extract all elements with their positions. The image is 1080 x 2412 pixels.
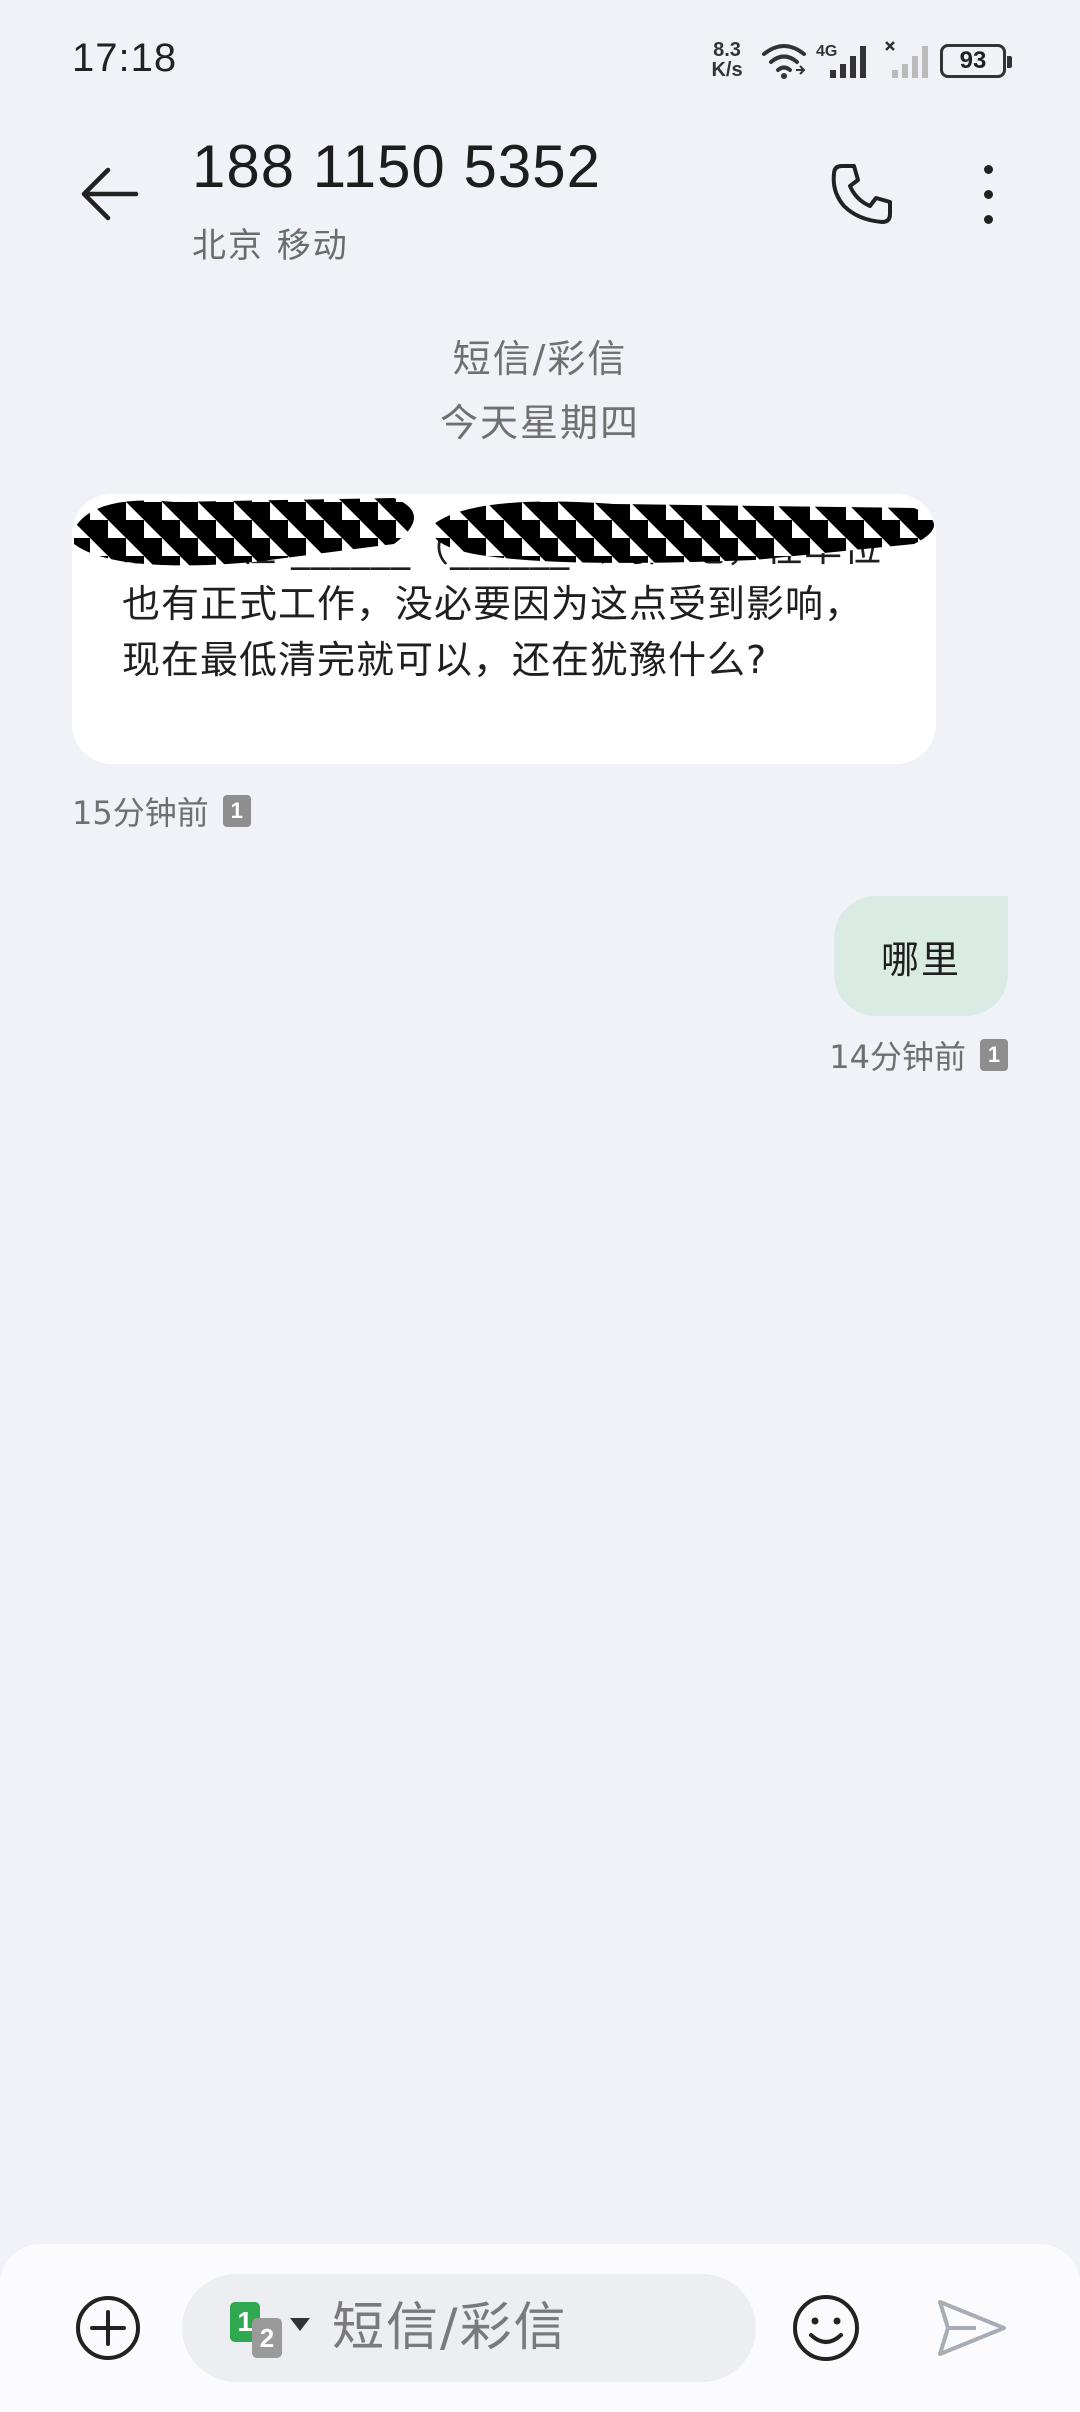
outgoing-message-bubble[interactable]: 哪里 [834, 896, 1008, 1016]
conversation-type-label: 短信/彩信 [452, 337, 628, 381]
network-speed-unit: K/s [711, 59, 743, 81]
signal-4g-icon: 4G [816, 43, 866, 78]
sim2-icon: 2 [252, 2318, 282, 2358]
call-button[interactable] [824, 156, 900, 232]
message-input[interactable] [332, 2298, 712, 2358]
emoji-button[interactable] [790, 2292, 862, 2364]
network-speed: 8.3 K/s [704, 40, 750, 80]
phone-icon [831, 164, 892, 224]
sim-badge-icon: 1 [222, 795, 251, 827]
more-vertical-icon [983, 164, 993, 174]
message-input-container: 1 2 [182, 2274, 756, 2382]
smiley-icon [793, 2295, 859, 2361]
incoming-message-text: 您好，在 ______（______公司）吧，在单位也有正式工作，没必要因为这点… [122, 526, 883, 682]
status-bar: 17:18 8.3 K/s 4G 93 [0, 0, 1080, 120]
contact-number: 188 1150 5352 [192, 133, 601, 200]
send-icon [938, 2300, 1006, 2356]
sim-badge-icon: 1 [980, 1039, 1008, 1071]
status-time: 17:18 [72, 36, 178, 80]
sim-switch-button[interactable]: 1 2 [230, 2298, 310, 2358]
send-button[interactable] [934, 2292, 1010, 2364]
outgoing-message-meta: 14分钟前 1 [829, 1032, 1008, 1078]
incoming-message-bubble[interactable]: 您好，在 ______（______公司）吧，在单位也有正式工作，没必要因为这点… [72, 494, 936, 764]
wifi-icon [762, 44, 806, 79]
incoming-message-meta: 15分钟前 1 [72, 788, 251, 834]
plus-circle-icon [76, 2296, 140, 2360]
chevron-down-icon [290, 2318, 310, 2331]
outgoing-message-text: 哪里 [880, 937, 961, 982]
outgoing-message-time: 14分钟前 [829, 1038, 966, 1076]
more-options-button[interactable] [960, 156, 1016, 232]
contact-location: 北京 移动 [192, 226, 349, 266]
network-speed-value: 8.3 [713, 39, 741, 61]
network-type-label: 4G [816, 43, 837, 60]
conversation-date-label: 今天星期四 [439, 401, 640, 445]
add-attachment-button[interactable] [72, 2292, 144, 2364]
signal-sim2-icon [885, 41, 928, 78]
battery-icon: 93 [940, 44, 1012, 78]
back-button[interactable] [70, 158, 150, 230]
arrow-left-icon [81, 167, 139, 221]
battery-level: 93 [959, 47, 987, 74]
incoming-message-time: 15分钟前 [72, 794, 209, 832]
